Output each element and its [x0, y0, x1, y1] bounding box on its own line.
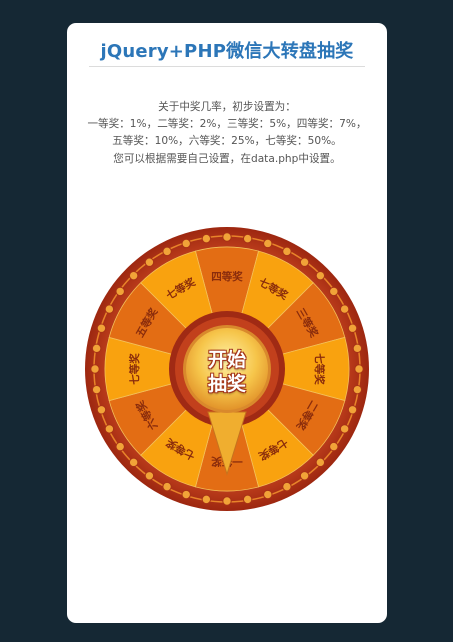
wheel-bead [299, 257, 310, 267]
wheel-bead [128, 457, 139, 468]
wheel-bead [96, 323, 107, 333]
wheel-bead [329, 286, 339, 297]
wheel-bead [299, 471, 310, 481]
wheel-bead [181, 489, 191, 500]
wheel-bead [315, 457, 326, 468]
wheel-bead [91, 384, 102, 395]
description-line: 一等奖：1%，二等奖：2%，三等奖：5%，四等奖：7%， [87, 118, 367, 131]
wheel-bead [282, 246, 292, 257]
wheel-bead [144, 257, 155, 267]
wheel-bead [91, 343, 102, 354]
wheel-bead [162, 481, 172, 492]
wheel-bead [115, 286, 125, 297]
wheel-bead [104, 424, 115, 434]
wheel-bead [104, 304, 115, 314]
wheel-bead [352, 384, 363, 395]
probability-description: 关于中奖几率，初步设置为： 一等奖：1%，二等奖：2%，三等奖：5%，四等奖：7… [67, 99, 387, 168]
title-divider [89, 66, 365, 67]
wheel-segment-label: 四等奖 [211, 270, 243, 283]
wheel-bead [162, 246, 172, 257]
wheel-bead [201, 233, 212, 244]
wheel-bead [263, 238, 273, 249]
wheel-bead [263, 489, 273, 500]
lottery-card: jQuery+PHP微信大转盘抽奖 关于中奖几率，初步设置为： 一等奖：1%，二… [67, 23, 387, 623]
description-line: 五等奖：10%，六等奖：25%，七等奖：50%。 [112, 135, 342, 148]
wheel-bead [352, 343, 363, 354]
wheel-bead [144, 471, 155, 481]
wheel-bead [339, 424, 350, 434]
wheel-bead [242, 233, 253, 244]
wheel-bead [201, 494, 212, 505]
wheel-bead [315, 270, 326, 281]
wheel-bead [128, 270, 139, 281]
wheel-bead [282, 481, 292, 492]
wheel-segment-label: 七等奖 [128, 353, 141, 385]
wheel-bead [354, 364, 364, 374]
start-button-label-line2: 抽奖 [207, 373, 246, 395]
page-title: jQuery+PHP微信大转盘抽奖 [100, 41, 354, 62]
description-line: 关于中奖几率，初步设置为： [158, 101, 296, 113]
start-lottery-button[interactable]: 开始 抽奖 [179, 322, 275, 418]
start-button-label-line1: 开始 [207, 349, 246, 371]
wheel-bead [115, 441, 125, 452]
wheel-bead [347, 405, 358, 415]
wheel-bead [339, 304, 350, 314]
wheel-segment-label: 七等奖 [313, 353, 326, 385]
wheel-bead [329, 441, 339, 452]
wheel-bead [222, 496, 232, 506]
wheel-bead [96, 405, 107, 415]
wheel-bead [222, 232, 232, 242]
wheel-bead [181, 238, 191, 249]
wheel-bead [90, 364, 100, 374]
description-line: 您可以根据需要自己设置，在data.php中设置。 [113, 152, 341, 165]
wheel-bead [242, 494, 253, 505]
wheel-bead [347, 323, 358, 333]
